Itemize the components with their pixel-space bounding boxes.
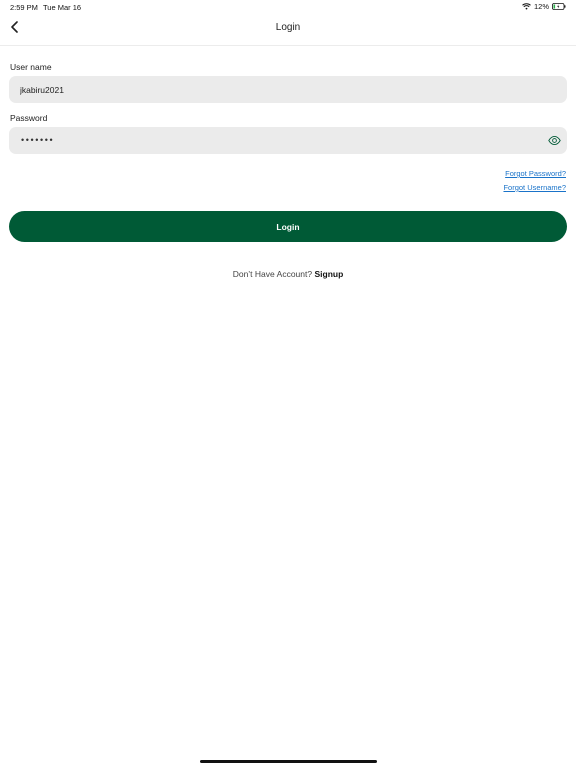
forgot-password-link[interactable]: Forgot Password? [505, 169, 566, 178]
signup-link[interactable]: Signup [314, 269, 343, 279]
username-field-container [9, 76, 567, 103]
password-field[interactable]: ••••••• [9, 127, 567, 154]
status-bar: 2:59 PM Tue Mar 16 12% [0, 0, 576, 14]
status-indicators: 12% [522, 2, 566, 11]
wifi-icon [522, 3, 531, 10]
username-field[interactable] [20, 76, 520, 103]
eye-icon[interactable] [548, 134, 561, 147]
status-date: Tue Mar 16 [43, 3, 82, 12]
signup-row: Don’t Have Account? Signup [0, 269, 576, 279]
battery-percent: 12% [533, 2, 549, 11]
status-time: 2:59 PM [10, 3, 38, 12]
login-button[interactable]: Login [9, 211, 567, 242]
password-label: Password [10, 113, 48, 123]
battery-icon [552, 3, 566, 10]
home-indicator[interactable] [200, 760, 377, 763]
password-mask: ••••••• [21, 135, 55, 145]
username-label: User name [10, 62, 52, 72]
navigation-bar: Login [0, 14, 576, 46]
page-title: Login [275, 22, 301, 33]
signup-prompt: Don’t Have Account? [232, 269, 313, 279]
forgot-username-link[interactable]: Forgot Username? [503, 183, 566, 192]
